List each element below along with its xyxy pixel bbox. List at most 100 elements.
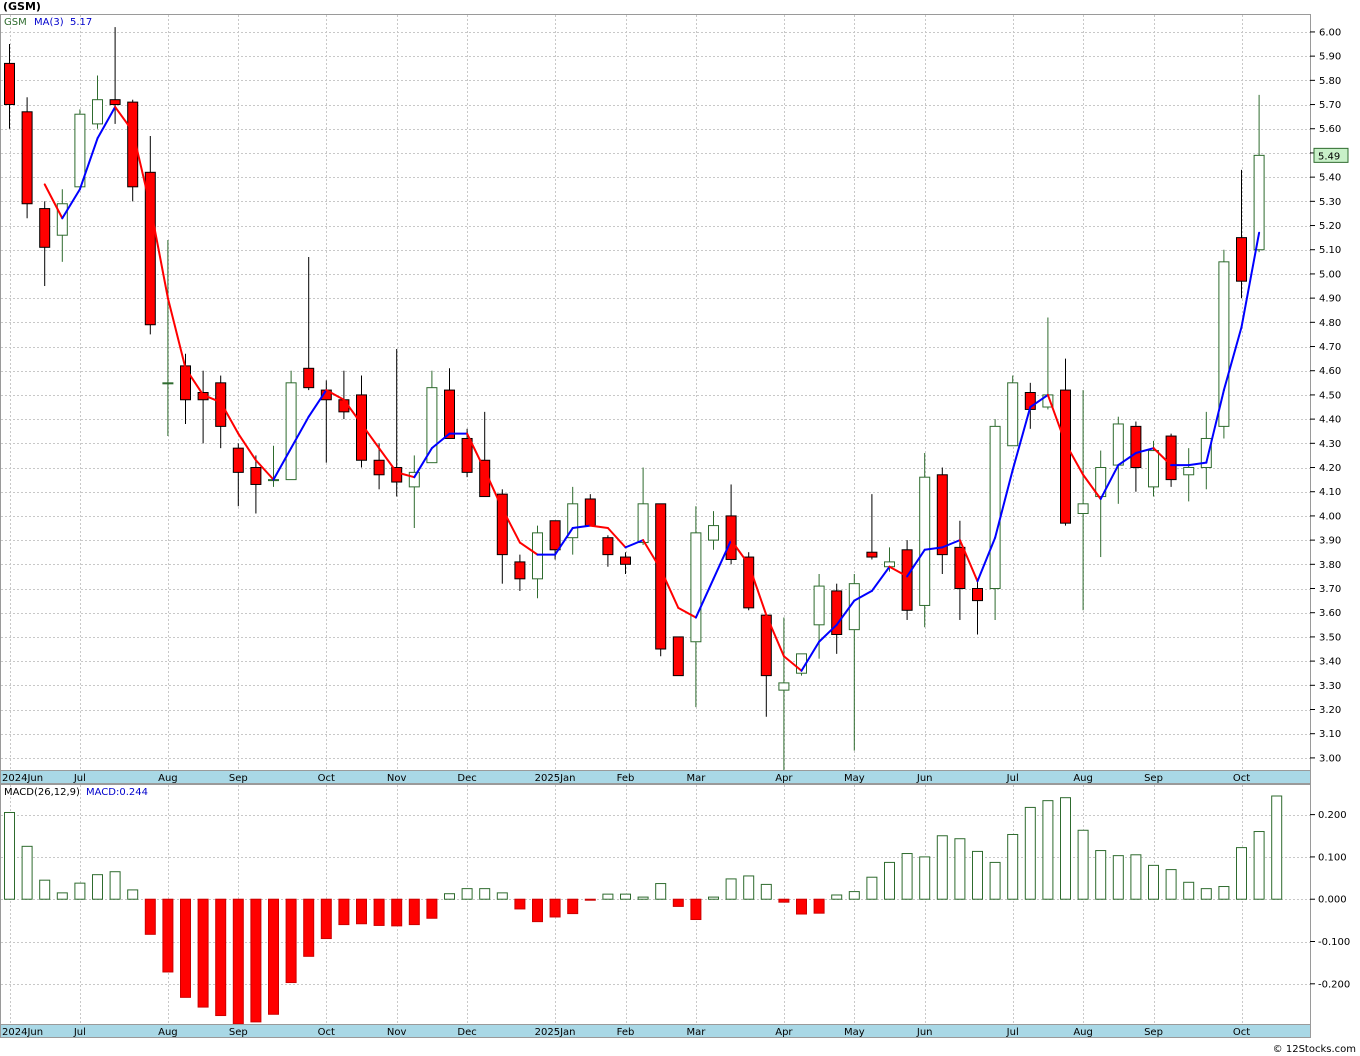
macd-y-tick-label: 0.200 [1318, 810, 1347, 821]
candle-down [620, 556, 631, 565]
candle-up [92, 99, 103, 125]
macd-x-tick-label: Oct [1233, 1027, 1250, 1038]
macd-x-axis: 2024Jun Jul Aug Sep Oct Nov Dec 2025Jan Feb Mar Ap… [0, 1024, 1311, 1038]
candle-up [56, 203, 68, 236]
candle-down [303, 367, 315, 389]
macd-bar-positive [848, 891, 860, 900]
macd-label: MACD(26,12,9) [4, 787, 80, 798]
price-y-tick-label: 3.80 [1319, 560, 1341, 571]
macd-x-tick-label: Apr [775, 1027, 793, 1038]
macd-bar-positive [461, 888, 473, 900]
macd-bar-positive [989, 861, 1001, 900]
price-y-tick-label: 3.40 [1319, 657, 1341, 668]
macd-bar-positive [1218, 886, 1230, 900]
macd-bar-negative [250, 898, 262, 1023]
price-x-tick-label: Feb [617, 773, 635, 784]
candle-down [250, 467, 262, 485]
price-y-tick-label: 4.40 [1319, 415, 1341, 426]
price-y-tick-label: 5.40 [1319, 173, 1341, 184]
macd-bar-negative [549, 898, 561, 918]
price-y-tick-label: 5.10 [1319, 245, 1341, 256]
candle-up [1148, 450, 1159, 488]
legend-symbol: GSM [4, 17, 27, 28]
candle-up [408, 471, 420, 488]
candle-up [708, 525, 719, 541]
price-x-tick-label: Dec [457, 773, 476, 784]
price-y-tick-label: 5.30 [1319, 197, 1341, 208]
candle-up [919, 476, 931, 606]
macd-bar-negative [584, 898, 596, 901]
price-x-tick-label: Nov [387, 773, 407, 784]
candle-up [778, 682, 790, 691]
candle-up [426, 387, 438, 464]
macd-bar-negative [373, 898, 385, 926]
price-x-tick-label: May [844, 773, 865, 784]
macd-x-tick-label: Oct [318, 1027, 335, 1038]
candle-down [21, 111, 33, 205]
price-x-tick-label: Apr [775, 773, 793, 784]
macd-bar-positive [1253, 831, 1265, 900]
price-x-tick-label: Jul [1006, 773, 1019, 784]
macd-bar-negative [672, 898, 684, 907]
candle-down [215, 382, 227, 427]
candle-down [109, 99, 121, 106]
macd-x-tick-label: 2025Jan [535, 1027, 576, 1038]
price-y-tick-label: 3.90 [1319, 536, 1341, 547]
macd-x-tick-label: Jul [73, 1027, 86, 1038]
macd-bar-positive [21, 845, 33, 900]
price-y-tick-label: 5.70 [1319, 100, 1341, 111]
price-y-tick-label: 4.50 [1319, 390, 1341, 401]
macd-bar-positive [1060, 797, 1071, 900]
macd-bar-negative [180, 898, 191, 998]
candle-down [584, 498, 596, 527]
macd-bar-positive [4, 811, 15, 900]
macd-bar-negative [144, 898, 156, 935]
price-x-tick-label: Sep [229, 773, 248, 784]
candle-down [602, 537, 614, 556]
candle-down [901, 549, 913, 611]
candle-down [373, 459, 385, 476]
candle-down [672, 636, 684, 677]
macd-bar-positive [602, 893, 614, 900]
macd-x-tick-label: Dec [457, 1027, 476, 1038]
macd-bar-positive [1200, 888, 1212, 900]
macd-bar-positive [1183, 881, 1195, 900]
price-y-tick-label: 4.20 [1319, 463, 1341, 474]
candle-down [444, 389, 455, 439]
candle-down [936, 474, 948, 556]
macd-x-tick-label: May [844, 1027, 865, 1038]
candle-up [285, 382, 297, 481]
macd-bar-negative [514, 898, 526, 910]
macd-x-tick-label: Sep [1144, 1027, 1163, 1038]
candle-down [866, 551, 878, 558]
candle-up [1183, 467, 1195, 476]
macd-bar-positive [444, 893, 455, 900]
price-x-tick-label: 2025Jan [535, 773, 576, 784]
macd-x-tick-label: Aug [1073, 1027, 1093, 1038]
price-x-tick-label: Oct [318, 773, 335, 784]
macd-y-tick-label: -0.200 [1318, 979, 1350, 990]
price-x-tick-label: Oct [1233, 773, 1250, 784]
macd-bar-negative [690, 898, 702, 921]
macd-bar-positive [1148, 864, 1159, 900]
macd-bar-positive [127, 889, 139, 900]
macd-bar-negative [162, 898, 174, 973]
candle-down [514, 561, 526, 580]
macd-bar-positive [479, 888, 491, 900]
candle-up [532, 532, 543, 580]
price-y-tick-label: 4.70 [1319, 342, 1341, 353]
macd-bar-positive [708, 896, 719, 900]
price-y-tick-label: 4.00 [1319, 511, 1341, 522]
macd-x-tick-label: Nov [387, 1027, 407, 1038]
price-y-tick-label: 5.20 [1319, 221, 1341, 232]
macd-bar-positive [972, 850, 983, 900]
macd-panel-frame [0, 784, 1311, 1025]
candle-down [1060, 389, 1071, 524]
price-x-axis: 2024Jun Jul Aug Sep Oct Nov Dec 2025Jan Feb Mar Ap… [0, 770, 1311, 784]
candle-up [690, 532, 702, 643]
candle-down [391, 467, 403, 483]
candle-down [1165, 435, 1177, 481]
candle-up [1007, 382, 1019, 447]
macd-y-axis: -0.200 -0.100 0.000 0.100 0.200 [1310, 810, 1350, 990]
price-x-tick-label: Aug [1073, 773, 1093, 784]
